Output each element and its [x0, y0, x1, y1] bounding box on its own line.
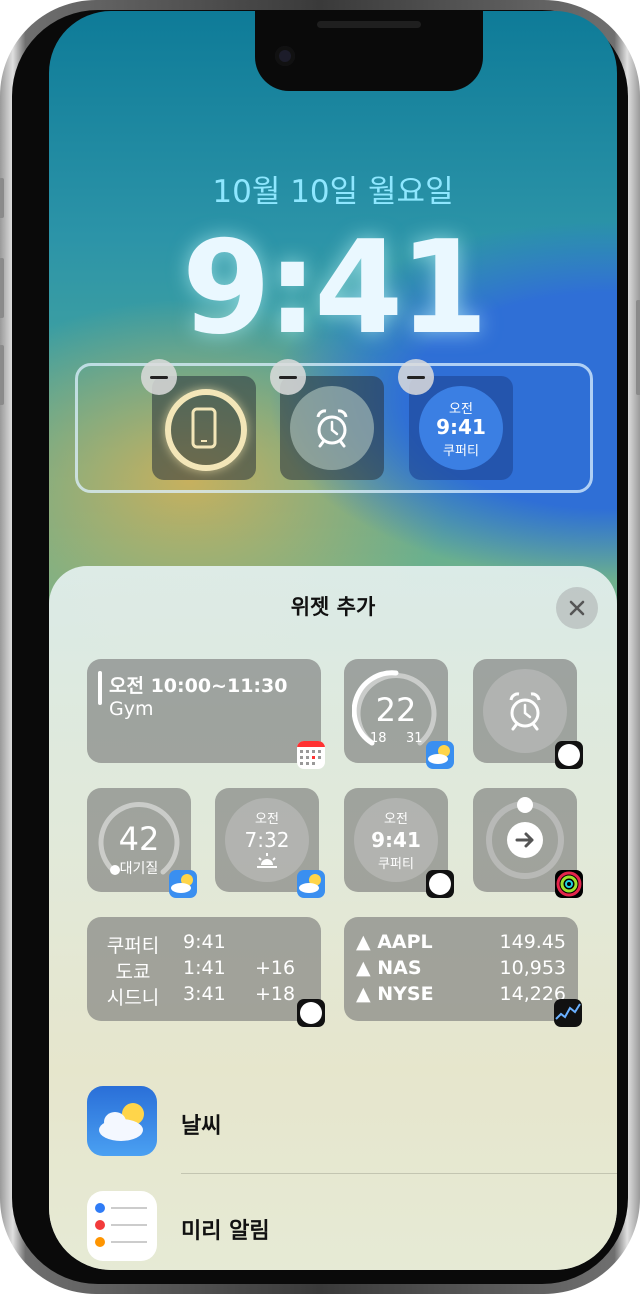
calendar-widget[interactable]: 오전 10:00~11:30 Gym — [87, 659, 325, 769]
weather-icon — [299, 874, 321, 893]
alarm-clock-icon — [509, 692, 541, 731]
calendar-app-icon — [297, 741, 325, 769]
sunrise-ampm: 오전 — [255, 812, 279, 827]
remove-alarm-widget-button[interactable] — [270, 359, 306, 395]
world-clock-city-1: 쿠퍼티 — [106, 935, 160, 957]
clock-app-badge — [297, 999, 325, 1027]
stocks-widget[interactable]: ▲ AAPL 149.45 ▲ NAS 10,953 ▲ NYSE 14,226 — [344, 917, 582, 1027]
low-temp: 18 — [370, 731, 387, 746]
front-camera — [275, 46, 295, 66]
volume-up-button — [0, 258, 4, 318]
city-clock-widget[interactable]: 오전 9:41 쿠퍼티 — [344, 788, 454, 898]
clock-app-badge — [426, 870, 454, 898]
fitness-app-badge — [555, 870, 583, 898]
air-quality-value: 42 — [118, 820, 160, 858]
city-clock-ampm: 오전 — [384, 812, 408, 827]
app-name-reminders: 미리 알림 — [181, 1219, 270, 1244]
list-divider — [181, 1173, 617, 1174]
weather-app-badge — [297, 870, 325, 898]
stock-symbol-3: ▲ NYSE — [356, 983, 434, 1005]
world-clock-time-3: 3:41 — [183, 983, 226, 1005]
alarm-widget-option[interactable] — [473, 659, 583, 769]
lock-time: 9:41 — [181, 214, 488, 363]
weather-icon — [428, 745, 450, 764]
close-button[interactable] — [556, 587, 598, 629]
stocks-app-badge — [554, 999, 582, 1027]
speaker — [317, 21, 421, 28]
stocks-chart-icon — [555, 1003, 581, 1020]
sunrise-time: 7:32 — [244, 828, 290, 852]
stock-value-1: 149.45 — [499, 931, 566, 953]
app-name-weather: 날씨 — [181, 1114, 222, 1139]
air-quality-widget[interactable]: 42 대기질 — [87, 788, 197, 898]
side-button — [636, 300, 640, 395]
world-clock-offset-3: +18 — [255, 983, 296, 1005]
iphone-icon — [191, 407, 217, 449]
close-icon — [569, 600, 585, 616]
current-temp: 22 — [375, 691, 417, 729]
world-clock-time: 9:41 — [436, 415, 486, 439]
weather-temperature-widget[interactable]: 22 18 31 — [344, 659, 454, 769]
lock-date[interactable]: 10월 10일 월요일 — [49, 166, 617, 211]
weather-icon — [171, 874, 193, 893]
high-temp: 31 — [406, 731, 423, 746]
world-clock-widget[interactable]: 쿠퍼티 9:41 도쿄 1:41 +16 시드니 3:41 +18 — [87, 917, 325, 1027]
stock-symbol-2: ▲ NAS — [356, 957, 422, 979]
clock-app-badge — [555, 741, 583, 769]
world-clock-city-2: 도쿄 — [115, 961, 151, 983]
sheet-title: 위젯 추가 — [290, 595, 376, 619]
sunrise-icon — [257, 853, 277, 868]
world-clock-time-1: 9:41 — [183, 931, 226, 953]
list-item-reminders[interactable]: 미리 알림 — [49, 1191, 617, 1261]
calendar-event-name: Gym — [109, 698, 154, 720]
fitness-widget[interactable] — [473, 788, 583, 898]
phone-frame: 10월 10일 월요일 9:41 오전 9:41 쿠퍼티 위젯 추가 오전 10… — [0, 0, 640, 1294]
remove-battery-widget-button[interactable] — [141, 359, 177, 395]
city-clock-time: 9:41 — [371, 828, 421, 852]
notch — [255, 11, 483, 91]
sunrise-widget[interactable]: 오전 7:32 — [215, 788, 325, 898]
event-bar — [98, 671, 102, 705]
lock-screen: 10월 10일 월요일 9:41 오전 9:41 쿠퍼티 위젯 추가 오전 10… — [49, 11, 617, 1270]
mute-switch — [0, 178, 4, 218]
arrow-right-icon — [515, 832, 534, 848]
weather-app-badge — [169, 870, 197, 898]
world-clock-city-3: 시드니 — [106, 987, 160, 1009]
alarm-clock-icon — [316, 409, 348, 448]
weather-app-badge — [426, 741, 454, 769]
world-clock-offset-2: +16 — [255, 957, 296, 979]
calendar-event-time: 오전 10:00~11:30 — [109, 675, 288, 697]
activity-rings-icon — [556, 871, 582, 897]
stock-value-2: 10,953 — [499, 957, 566, 979]
list-item-weather[interactable]: 날씨 — [49, 1086, 617, 1156]
fitness-ring-tip — [517, 797, 533, 813]
stock-symbol-1: ▲ AAPL — [356, 931, 433, 953]
weather-icon — [87, 1086, 157, 1156]
reminders-icon — [87, 1191, 157, 1261]
remove-worldclock-widget-button[interactable] — [398, 359, 434, 395]
world-clock-time-2: 1:41 — [183, 957, 226, 979]
bezel: 10월 10일 월요일 9:41 오전 9:41 쿠퍼티 위젯 추가 오전 10… — [12, 10, 628, 1284]
world-clock-city: 쿠퍼티 — [443, 444, 479, 459]
volume-down-button — [0, 345, 4, 405]
